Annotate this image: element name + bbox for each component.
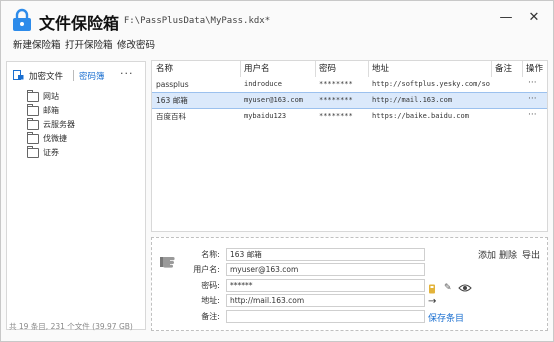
username-label: 用户名:	[193, 265, 220, 274]
folder-icon	[27, 104, 39, 116]
cell-url: http://mail.163.com	[372, 96, 453, 104]
cell-url: http://softplus.yesky.com/so...	[372, 80, 490, 88]
cell-note	[495, 77, 521, 92]
sidebar-header: 加密文件 密码簿 ···	[7, 62, 145, 84]
minimize-button[interactable]: —	[499, 11, 513, 25]
column-divider	[522, 61, 523, 77]
menu-open-vault[interactable]: 打开保险箱	[65, 37, 113, 51]
export-button[interactable]: 导出	[522, 248, 540, 261]
column-header-password[interactable]: 密码	[319, 61, 336, 77]
cell-password: ********	[319, 80, 353, 88]
column-header-username[interactable]: 用户名	[244, 61, 270, 77]
cell-name: passplus	[156, 80, 189, 89]
note-field[interactable]	[226, 310, 425, 323]
cell-username: myuser@163.com	[244, 96, 304, 104]
add-button[interactable]: 添加	[478, 248, 496, 261]
folder-icon	[27, 118, 39, 130]
cell-note	[495, 109, 521, 124]
main-window: 文件保险箱 - F:\PassPlusData\MyPass.kdx* — ✕ …	[0, 0, 554, 342]
password-field[interactable]: ******	[226, 279, 425, 292]
url-label: 地址:	[201, 296, 220, 305]
generate-password-icon[interactable]: ✎	[444, 283, 452, 293]
row-more-button[interactable]: ···	[528, 109, 537, 124]
title-bar: 文件保险箱 - F:\PassPlusData\MyPass.kdx* — ✕	[1, 1, 553, 35]
entries-table: 名称 用户名 密码 地址 备注 操作 passplus indroduce **…	[151, 60, 548, 232]
sidebar: 加密文件 密码簿 ··· 网站 邮箱 云服务器 伐微捷 证券	[6, 61, 146, 330]
status-text: 共 19 条目, 231 个文件 (39.97 GB)	[9, 322, 133, 331]
table-row[interactable]: passplus indroduce ******** http://softp…	[152, 77, 547, 92]
sidebar-item-label: 伐微捷	[43, 134, 67, 143]
cell-password: ********	[319, 96, 353, 104]
column-header-note[interactable]: 备注	[495, 61, 512, 77]
url-field[interactable]: http://mail.163.com	[226, 294, 425, 307]
password-book-tab[interactable]: 密码簿	[79, 70, 105, 82]
save-entry-button[interactable]: 保存条目	[428, 311, 464, 324]
app-title: 文件保险箱	[39, 14, 120, 33]
cell-username: indroduce	[244, 80, 282, 88]
folder-icon	[27, 146, 39, 158]
sidebar-more-button[interactable]: ···	[120, 67, 134, 80]
folder-icon	[27, 90, 39, 102]
tab-divider	[73, 70, 74, 81]
row-more-button[interactable]: ···	[528, 77, 537, 92]
cell-username: mybaidu123	[244, 112, 287, 120]
cell-password: ********	[319, 112, 353, 120]
file-path: - F:\PassPlusData\MyPass.kdx*	[113, 16, 271, 26]
cell-name: 百度百科	[156, 112, 186, 121]
column-divider	[240, 61, 241, 77]
name-field[interactable]: 163 邮箱	[226, 248, 425, 261]
column-divider	[315, 61, 316, 77]
menu-change-password[interactable]: 修改密码	[117, 37, 155, 51]
eye-icon[interactable]	[458, 283, 472, 293]
encrypted-file-icon	[13, 70, 24, 80]
open-url-arrow-icon[interactable]: →	[428, 296, 436, 307]
table-row-selected[interactable]: 163 邮箱 myuser@163.com ******** http://ma…	[152, 92, 547, 109]
column-header-name[interactable]: 名称	[156, 61, 173, 77]
entry-detail-panel: 名称: 163 邮箱 用户名: myuser@163.com 密码: *****…	[151, 237, 548, 331]
column-header-actions[interactable]: 操作	[526, 61, 543, 77]
sidebar-item-label: 证券	[43, 148, 59, 157]
menu-new-vault[interactable]: 新建保险箱	[13, 37, 61, 51]
table-row[interactable]: 百度百科 mybaidu123 ******** https://baike.b…	[152, 109, 547, 124]
close-button[interactable]: ✕	[527, 11, 541, 25]
password-label: 密码:	[201, 281, 220, 290]
encrypt-file-tab[interactable]: 加密文件	[29, 70, 63, 82]
sidebar-item-label: 邮箱	[43, 106, 59, 115]
cell-url: https://baike.baidu.com	[372, 112, 469, 120]
delete-button[interactable]: 删除	[499, 248, 517, 261]
username-field[interactable]: myuser@163.com	[226, 263, 425, 276]
cell-name: 163 邮箱	[156, 96, 188, 105]
key-icon[interactable]	[428, 284, 438, 294]
column-divider	[491, 61, 492, 77]
column-divider	[368, 61, 369, 77]
sidebar-item-label: 网站	[43, 92, 59, 101]
row-more-button[interactable]: ···	[528, 93, 537, 108]
note-label: 备注:	[201, 312, 220, 321]
lock-icon	[13, 8, 31, 31]
sidebar-item-label: 云服务器	[43, 120, 75, 129]
cell-note	[495, 93, 521, 108]
name-label: 名称:	[201, 250, 220, 259]
column-header-url[interactable]: 地址	[372, 61, 389, 77]
folder-icon	[27, 132, 39, 144]
